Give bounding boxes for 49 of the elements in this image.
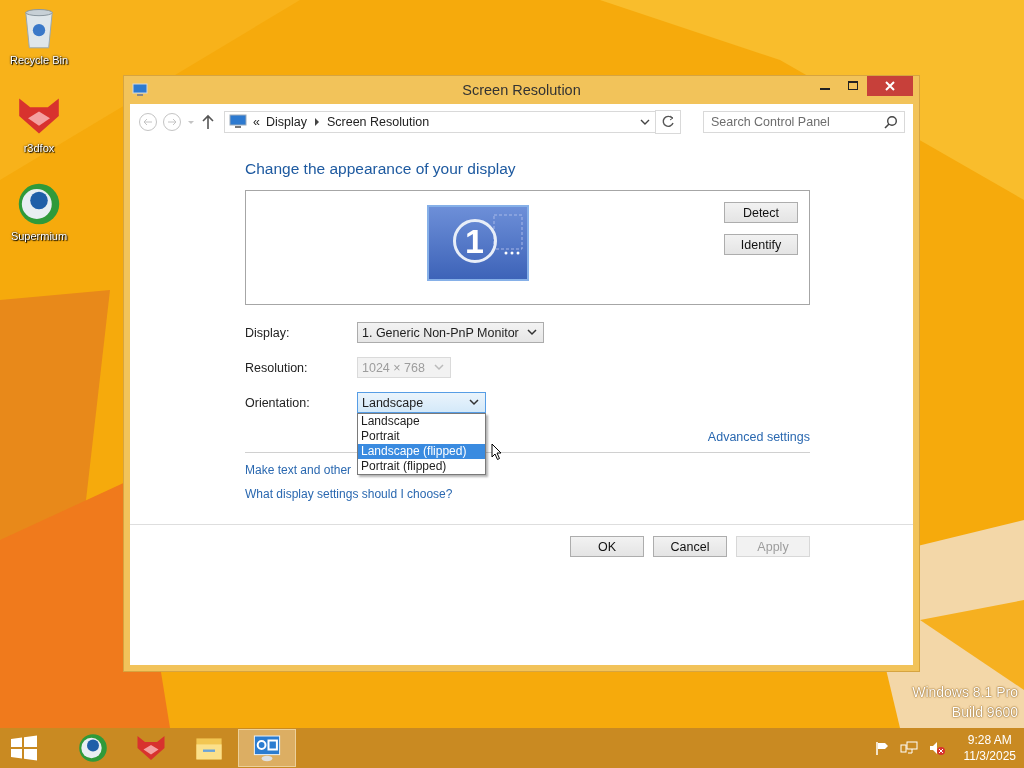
monitor-number: 1 <box>452 218 497 263</box>
monitor-icon <box>132 83 148 97</box>
help-link[interactable]: What display settings should I choose? <box>245 487 453 501</box>
field-label: Orientation: <box>245 395 311 410</box>
build-text: Build 9600 <box>951 704 1018 720</box>
dropdown-option[interactable]: Landscape <box>358 414 485 429</box>
taskbar-button[interactable] <box>238 729 296 767</box>
globe-icon <box>78 733 108 763</box>
search-icon[interactable] <box>884 115 898 129</box>
network-icon[interactable] <box>899 740 918 756</box>
up-button[interactable] <box>200 112 216 132</box>
preview-button[interactable]: Detect <box>724 202 798 223</box>
field-label: Resolution: <box>245 360 309 375</box>
edition-text: Windows 8.1 Pro <box>912 684 1018 700</box>
help-link[interactable]: Make text and other <box>245 463 352 477</box>
search-field[interactable]: Search Control Panel <box>703 111 905 133</box>
close-button[interactable] <box>867 76 913 96</box>
dropdown-field[interactable]: Landscape <box>357 392 486 413</box>
dropdown-field[interactable]: 1. Generic Non-PnP Monitor <box>357 322 544 343</box>
dialog-button[interactable]: Cancel <box>653 536 727 557</box>
dropdown-option[interactable]: Portrait (flipped) <box>358 459 485 474</box>
breadcrumb[interactable]: Screen Resolution <box>326 115 430 129</box>
mouse-pointer-icon <box>491 443 503 461</box>
fox-icon <box>136 733 166 763</box>
control-panel-icon <box>252 733 282 763</box>
dropdown-option[interactable]: Landscape (flipped) <box>358 444 485 459</box>
field-label: Display: <box>245 325 291 340</box>
chevron-icon <box>312 117 321 127</box>
speaker-muted-icon[interactable] <box>927 740 946 756</box>
start-button[interactable] <box>10 734 38 762</box>
window-title: Screen Resolution <box>461 82 582 98</box>
dropdown-option[interactable]: Portrait <box>358 429 485 444</box>
page-heading: Change the appearance of your display <box>245 160 517 178</box>
monitor-icon <box>229 114 247 130</box>
advanced-settings-link[interactable]: Advanced settings <box>707 430 810 444</box>
dialog-button[interactable]: OK <box>570 536 644 557</box>
flag-icon[interactable] <box>873 740 890 756</box>
caret-icon[interactable] <box>469 398 479 407</box>
address-bar[interactable]: « Display Screen Resolution <box>224 111 656 133</box>
grid-icon <box>492 213 523 255</box>
monitor-tile[interactable]: 1 <box>426 204 529 281</box>
breadcrumb[interactable]: Display <box>265 115 307 129</box>
caret-icon[interactable] <box>526 328 537 337</box>
overflow-chevron[interactable]: « <box>253 115 260 129</box>
clock-time: 9:28 AM <box>967 732 1012 748</box>
clock-date: 11/3/2025 <box>963 748 1016 764</box>
preview-button[interactable]: Identify <box>724 234 798 255</box>
refresh-button[interactable] <box>655 110 681 134</box>
globe-icon <box>17 182 61 226</box>
